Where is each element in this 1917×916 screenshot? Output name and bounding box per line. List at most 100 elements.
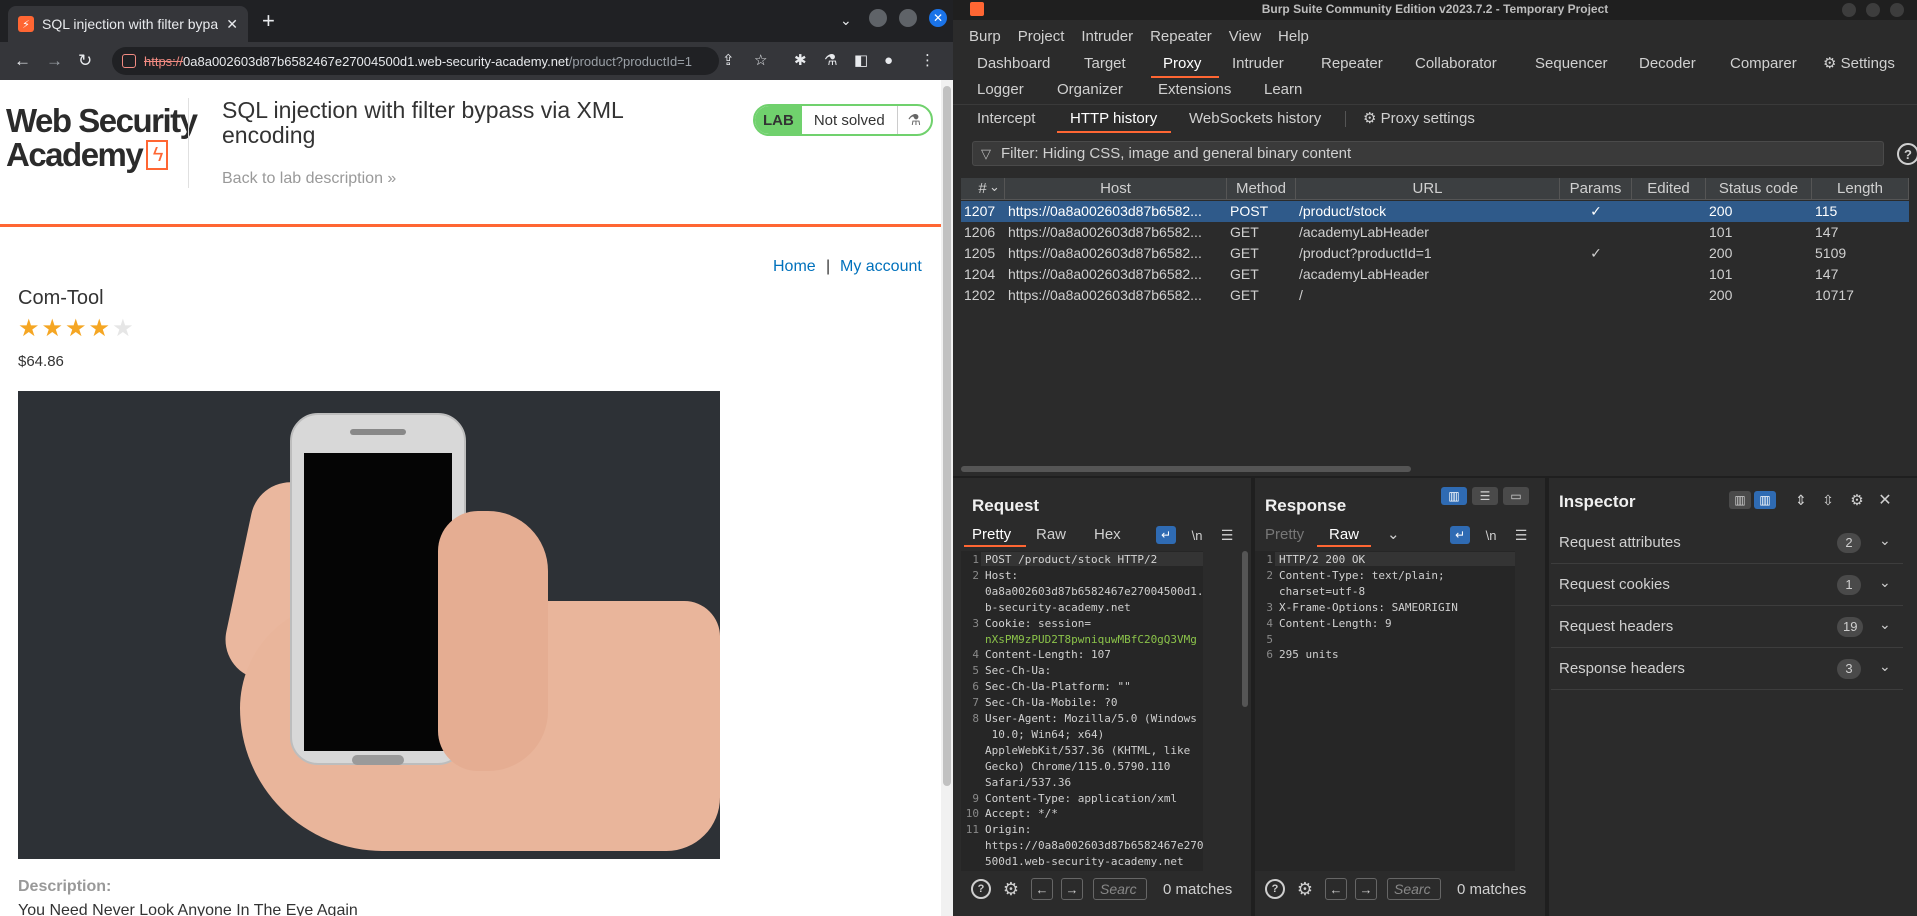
chevron-down-icon[interactable]: ⌄ — [1879, 658, 1891, 675]
history-filter-bar[interactable]: ▽ Filter: Hiding CSS, image and general … — [972, 141, 1884, 166]
back-to-lab-link[interactable]: Back to lab description » — [222, 170, 396, 188]
page-scrollbar-thumb[interactable] — [943, 86, 951, 786]
address-bar[interactable]: https://0a8a002603d87b6582467e27004500d1… — [112, 47, 719, 75]
column-header-status-code[interactable]: Status code — [1706, 178, 1812, 200]
new-tab-icon[interactable]: + — [262, 10, 275, 32]
page-scrollbar[interactable] — [941, 80, 953, 916]
browser-tab-active[interactable]: ⚡ SQL injection with filter bypass ✕ — [8, 6, 248, 42]
tab-sequencer[interactable]: Sequencer — [1535, 51, 1608, 77]
settings-button[interactable]: ⚙ Settings — [1823, 51, 1895, 77]
table-row[interactable]: 1202 https://0a8a002603d87b6582... GET / 200… — [961, 285, 1909, 306]
request-search-settings-icon[interactable]: ⚙ — [1001, 879, 1021, 899]
tab-intruder[interactable]: Intruder — [1232, 51, 1284, 77]
inspector-expand-icon[interactable]: ⇕ — [1791, 491, 1811, 509]
table-row[interactable]: 1205 https://0a8a002603d87b6582... GET/pro… — [961, 243, 1909, 264]
close-window-icon[interactable]: ✕ — [929, 9, 947, 27]
lab-extension-icon[interactable]: ⚗ — [824, 52, 837, 70]
response-wrap-lines-icon[interactable]: ↵ — [1450, 526, 1470, 544]
menu-project[interactable]: Project — [1018, 24, 1065, 50]
home-link[interactable]: Home — [773, 258, 816, 276]
response-search-input[interactable]: Searc — [1387, 878, 1441, 900]
request-search-input[interactable]: Searc — [1093, 878, 1147, 900]
table-row[interactable]: 1207 https://0a8a002603d87b6582... POST/pr… — [961, 201, 1909, 222]
tab-learn[interactable]: Learn — [1264, 77, 1302, 103]
request-tab-raw[interactable]: Raw — [1036, 524, 1066, 546]
response-newline-toggle[interactable]: \n — [1481, 526, 1501, 544]
tab-organizer[interactable]: Organizer — [1057, 77, 1123, 103]
burp-close-icon[interactable] — [1890, 3, 1904, 17]
request-menu-icon[interactable]: ☰ — [1218, 526, 1236, 544]
inspector-section-request-cookies[interactable]: Request cookies 1 ⌄ — [1551, 564, 1903, 606]
extensions-icon[interactable]: ✱ — [794, 52, 807, 70]
table-row[interactable]: 1206 https://0a8a002603d87b6582... GET/aca… — [961, 222, 1909, 243]
chevron-down-icon[interactable]: ⌄ — [1879, 574, 1891, 591]
inspector-section-request-headers[interactable]: Request headers 19 ⌄ — [1551, 606, 1903, 648]
request-editor-scrollbar[interactable] — [1242, 551, 1248, 707]
column-header-length[interactable]: Length — [1812, 178, 1909, 200]
tab-logger[interactable]: Logger — [977, 77, 1024, 103]
column-header-host[interactable]: Host — [1005, 178, 1227, 200]
menu-help[interactable]: Help — [1278, 24, 1309, 50]
request-newline-toggle[interactable]: \n — [1187, 526, 1207, 544]
tab-repeater[interactable]: Repeater — [1321, 51, 1383, 77]
burp-minimize-icon[interactable] — [1842, 3, 1856, 17]
inspector-collapse-icon[interactable]: ⇳ — [1818, 491, 1838, 509]
response-menu-icon[interactable]: ☰ — [1512, 526, 1530, 544]
side-panel-icon[interactable]: ◧ — [854, 52, 868, 70]
inspector-close-icon[interactable]: ✕ — [1875, 491, 1895, 509]
back-arrow-icon[interactable]: ← — [14, 51, 31, 71]
inspector-layout-left-icon[interactable]: ▥ — [1729, 491, 1751, 509]
flask-icon[interactable]: ⚗ — [896, 106, 931, 134]
request-search-help-icon[interactable]: ? — [971, 879, 991, 899]
column-header-method[interactable]: Method — [1227, 178, 1296, 200]
menu-burp[interactable]: Burp — [969, 24, 1001, 50]
response-search-help-icon[interactable]: ? — [1265, 879, 1285, 899]
inspector-section-response-headers[interactable]: Response headers 3 ⌄ — [1551, 648, 1903, 690]
tab-comparer[interactable]: Comparer — [1730, 51, 1797, 77]
inspector-layout-right-icon[interactable]: ▥ — [1754, 491, 1776, 509]
proxy-settings-button[interactable]: ⚙ Proxy settings — [1363, 105, 1475, 133]
kebab-menu-icon[interactable]: ⋮ — [920, 52, 935, 70]
menu-intruder[interactable]: Intruder — [1081, 24, 1133, 50]
request-search-next-icon[interactable]: → — [1061, 878, 1083, 900]
request-search-prev-icon[interactable]: ← — [1031, 878, 1053, 900]
subtab-websockets-history[interactable]: WebSockets history — [1189, 105, 1321, 133]
help-icon[interactable]: ? — [1897, 143, 1917, 165]
inspector-section-request-attributes[interactable]: Request attributes 2 ⌄ — [1551, 522, 1903, 564]
response-search-prev-icon[interactable]: ← — [1325, 878, 1347, 900]
subtab-intercept[interactable]: Intercept — [977, 105, 1035, 133]
maximize-icon[interactable] — [899, 9, 917, 27]
burp-maximize-icon[interactable] — [1866, 3, 1880, 17]
request-wrap-lines-icon[interactable]: ↵ — [1156, 526, 1176, 544]
request-tab-pretty[interactable]: Pretty — [972, 524, 1011, 546]
response-tab-raw[interactable]: Raw — [1329, 524, 1359, 546]
column-header-url[interactable]: URL — [1296, 178, 1560, 200]
history-hscrollbar[interactable] — [961, 465, 1909, 473]
forward-arrow-icon[interactable]: → — [46, 51, 63, 71]
response-editor[interactable]: 1 HTTP/2 200 OK 2 Content-Type: text/plain;… — [1255, 551, 1515, 871]
chevron-down-icon[interactable]: ⌄ — [1879, 616, 1891, 633]
tab-proxy[interactable]: Proxy — [1163, 51, 1201, 77]
reload-icon[interactable]: ↻ — [78, 51, 92, 71]
minimize-icon[interactable] — [869, 9, 887, 27]
pane-split-divider[interactable] — [953, 476, 1917, 478]
history-hscrollbar-thumb[interactable] — [961, 466, 1411, 472]
share-icon[interactable]: ⇪ — [722, 52, 735, 70]
layout-tabs-icon[interactable]: ▭ — [1503, 487, 1529, 505]
tab-close-icon[interactable]: ✕ — [226, 16, 238, 33]
tab-collaborator[interactable]: Collaborator — [1415, 51, 1497, 77]
not-secure-icon[interactable] — [122, 54, 136, 68]
response-inspector-divider[interactable] — [1545, 478, 1549, 916]
bookmark-star-icon[interactable]: ☆ — [754, 52, 767, 70]
response-tab-chevron-icon[interactable]: ⌄ — [1387, 524, 1400, 546]
table-row[interactable]: 1204 https://0a8a002603d87b6582... GET/aca… — [961, 264, 1909, 285]
tab-target[interactable]: Target — [1084, 51, 1126, 77]
menu-repeater[interactable]: Repeater — [1150, 24, 1212, 50]
tab-decoder[interactable]: Decoder — [1639, 51, 1696, 77]
my-account-link[interactable]: My account — [840, 258, 922, 276]
sort-chevron-icon[interactable]: ⌄ — [989, 178, 1000, 196]
response-tab-pretty[interactable]: Pretty — [1265, 524, 1304, 546]
tab-search-chevron-icon[interactable]: ⌄ — [840, 12, 852, 29]
request-editor[interactable]: 1 POST /product/stock HTTP/2 2 Host: 0a8a002… — [961, 551, 1203, 871]
request-tab-hex[interactable]: Hex — [1094, 524, 1121, 546]
